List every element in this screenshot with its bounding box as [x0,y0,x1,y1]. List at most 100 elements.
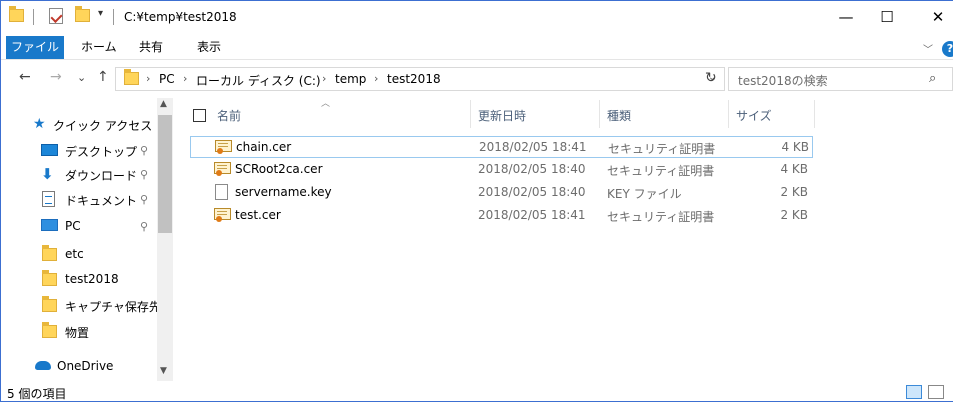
column-divider[interactable] [814,100,815,128]
recent-locations-button[interactable]: ⌄ [77,71,86,84]
nav-item-label: OneDrive [57,359,114,373]
file-name: chain.cer [236,140,292,154]
search-placeholder: test2018の検索 [738,74,828,88]
tab-share[interactable]: 共有 [139,36,163,59]
file-type: セキュリティ証明書 [608,142,716,156]
breadcrumb-pc[interactable]: PC [159,72,175,86]
scrollbar-thumb[interactable] [158,115,172,233]
maximize-button[interactable]: ☐ [864,1,910,33]
pin-icon[interactable]: ⚲ [140,193,148,206]
file-name: test.cer [235,208,281,222]
nav-item-label: PC [65,219,81,233]
file-date: 2018/02/05 18:41 [478,208,586,222]
column-header-name[interactable]: 名前 [217,107,241,124]
folder-icon [9,6,24,22]
file-date: 2018/02/05 18:41 [479,140,587,154]
folder-icon [42,270,57,286]
quick-access-separator [33,9,34,25]
nav-item-onedrive[interactable]: OneDrive [1,355,161,379]
help-icon[interactable]: ? [942,41,953,57]
breadcrumb-separator[interactable]: › [374,72,378,85]
breadcrumb-separator[interactable]: › [183,72,187,85]
breadcrumb-temp[interactable]: temp [335,72,366,86]
new-folder-icon[interactable] [75,6,90,22]
nav-item-desktop[interactable]: デスクトップ ⚲ [1,139,161,163]
file-date: 2018/02/05 18:40 [478,162,586,176]
nav-pane-scrollbar[interactable]: ▲ ▼ [157,98,173,381]
large-icons-view-icon[interactable] [928,385,944,399]
nav-item-label: etc [65,247,84,261]
certificate-icon [214,208,231,223]
navigation-pane: ★ クイック アクセス デスクトップ ⚲ ⬇ ダウンロード ⚲ ドキュメント ⚲… [1,98,173,381]
status-bar: 5 個の項目 [1,381,953,401]
minimize-button[interactable]: — [823,1,869,33]
nav-item-storage[interactable]: 物置 [1,320,161,344]
tab-home[interactable]: ホーム [81,36,117,59]
scroll-down-icon[interactable]: ▼ [160,366,167,376]
documents-icon [42,191,55,207]
search-icon[interactable]: ⌕ [929,71,936,86]
up-button[interactable]: ↑ [97,69,109,85]
pc-icon [41,219,58,231]
nav-item-label: ドキュメント [65,194,138,208]
select-all-checkbox[interactable] [193,109,206,122]
ribbon-expand-icon[interactable]: ﹀ [923,41,933,56]
scroll-up-icon[interactable]: ▲ [160,99,167,109]
pin-icon[interactable]: ⚲ [140,168,148,181]
nav-item-etc[interactable]: etc [1,243,161,267]
file-type: セキュリティ証明書 [607,164,715,178]
file-list: ︿ 名前 更新日時 種類 サイズ chain.cer 2018/02/05 18… [173,98,953,381]
column-divider[interactable] [728,100,729,128]
file-row[interactable]: chain.cer 2018/02/05 18:41 セキュリティ証明書 4 K… [190,136,813,158]
title-bar[interactable]: ▾ C:¥temp¥test2018 — ☐ ✕ [1,1,953,33]
folder-icon [42,322,57,338]
column-header-type[interactable]: 種類 [607,107,631,124]
certificate-icon [214,162,231,177]
file-row[interactable]: SCRoot2ca.cer 2018/02/05 18:40 セキュリティ証明書… [190,159,813,181]
nav-item-label: キャプチャ保存先 [65,300,161,314]
nav-item-label: test2018 [65,272,119,286]
nav-item-downloads[interactable]: ⬇ ダウンロード ⚲ [1,163,161,187]
explorer-window: ▾ C:¥temp¥test2018 — ☐ ✕ ファイル ホーム 共有 表示 … [0,0,953,402]
nav-item-test2018[interactable]: test2018 [1,268,161,292]
nav-item-label: クイック アクセス [53,119,153,133]
tab-file[interactable]: ファイル [6,36,64,59]
breadcrumb-test2018[interactable]: test2018 [387,72,441,86]
breadcrumb-local-disk[interactable]: ローカル ディスク (C:) [196,72,321,89]
nav-item-quick-access[interactable]: ★ クイック アクセス [1,113,161,137]
column-header-date[interactable]: 更新日時 [478,107,526,124]
close-button[interactable]: ✕ [915,1,953,33]
file-icon [215,184,228,200]
star-icon: ★ [33,116,46,132]
column-divider[interactable] [599,100,600,128]
forward-button[interactable]: → [50,69,62,85]
file-size: 2 KB [780,185,808,199]
nav-item-capture-folder[interactable]: キャプチャ保存先 [1,294,161,318]
address-bar[interactable]: › PC › ローカル ディスク (C:) › temp › test2018 … [115,67,725,91]
breadcrumb-separator: › [146,72,151,85]
details-view-icon[interactable] [906,385,922,399]
window-title: C:¥temp¥test2018 [124,10,237,24]
column-header-size[interactable]: サイズ [736,107,772,124]
nav-item-documents[interactable]: ドキュメント ⚲ [1,188,161,212]
customize-toolbar-arrow-icon[interactable]: ▾ [98,8,103,19]
file-type: セキュリティ証明書 [607,210,715,224]
nav-item-label: デスクトップ [65,145,138,159]
nav-item-label: 物置 [65,326,90,340]
properties-icon[interactable] [49,8,63,24]
file-row[interactable]: servername.key 2018/02/05 18:40 KEY ファイル… [190,182,813,204]
file-size: 4 KB [780,162,808,176]
nav-item-label: ダウンロード [65,169,138,183]
refresh-icon[interactable]: ↻ [705,70,717,86]
pin-icon[interactable]: ⚲ [140,144,148,157]
search-input[interactable]: test2018の検索 ⌕ [728,67,953,91]
file-row[interactable]: test.cer 2018/02/05 18:41 セキュリティ証明書 2 KB [190,205,813,227]
back-button[interactable]: ← [19,69,31,85]
pin-icon[interactable]: ⚲ [140,220,148,233]
onedrive-icon [35,361,51,370]
tab-view[interactable]: 表示 [197,36,221,59]
breadcrumb-separator[interactable]: › [322,72,326,85]
download-icon: ⬇ [41,165,54,183]
column-divider[interactable] [470,100,471,128]
nav-item-pc[interactable]: PC ⚲ [1,215,161,239]
